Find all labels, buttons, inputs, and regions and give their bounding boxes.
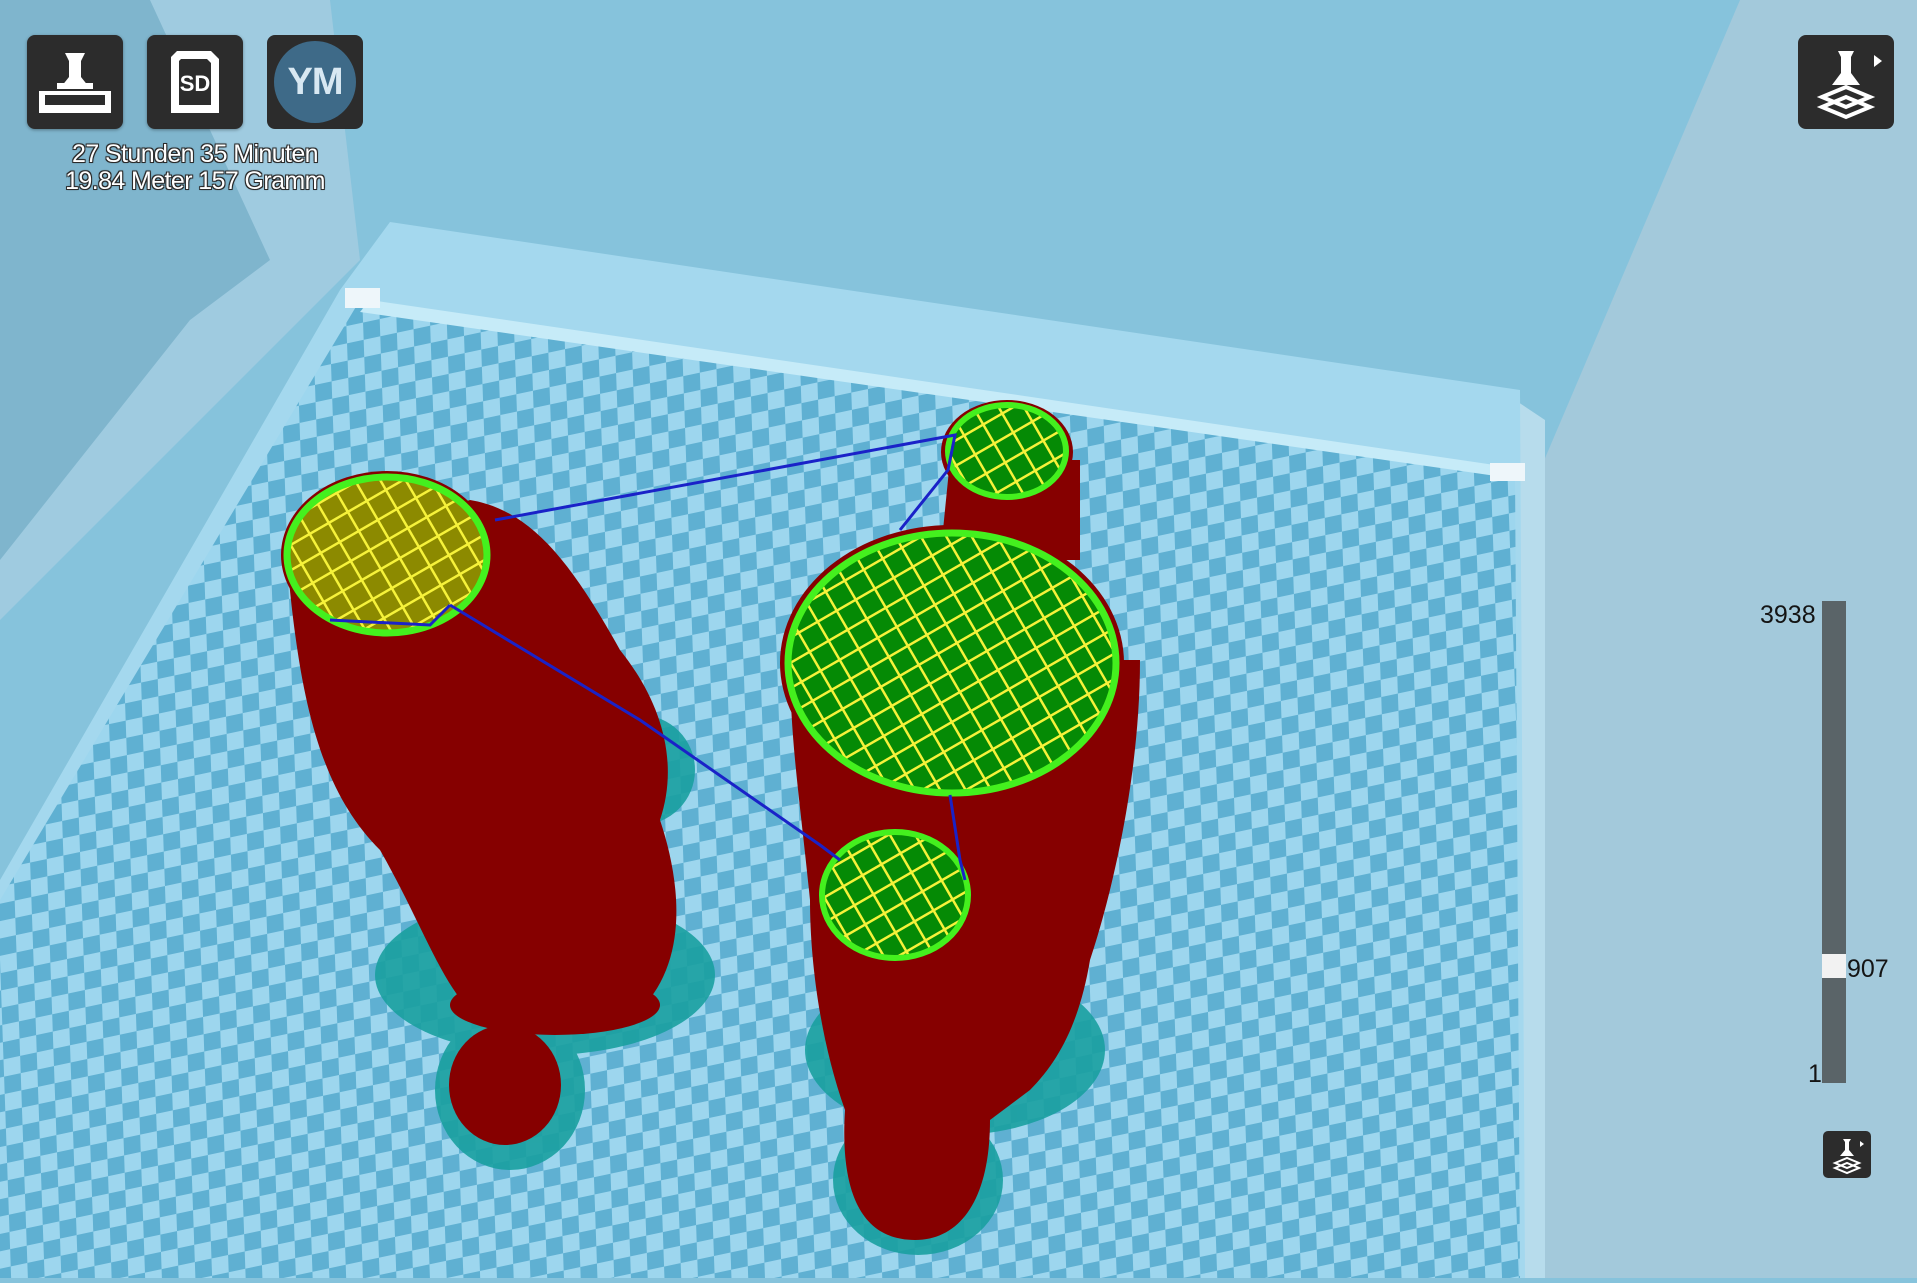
open-file-button[interactable] — [27, 35, 123, 129]
sd-card-icon: SD — [171, 51, 219, 113]
layer-view-icon — [1816, 51, 1882, 120]
sd-card-label: SD — [180, 71, 211, 96]
build-plate — [0, 300, 1520, 1278]
view-mode-button[interactable] — [1798, 35, 1894, 129]
layer-current-label: 907 — [1847, 955, 1889, 983]
layer-mode-icon — [1832, 1139, 1864, 1175]
right-wall — [1540, 0, 1917, 1278]
layer-slider-track[interactable] — [1822, 601, 1846, 1083]
bed-clip-left — [345, 288, 380, 308]
save-sd-button[interactable]: SD — [147, 35, 243, 129]
print-duration: 27 Stunden 35 Minuten — [72, 140, 319, 168]
account-button[interactable]: YM — [267, 35, 363, 129]
layer-min-label: 1 — [1808, 1060, 1822, 1088]
avatar: YM — [274, 41, 356, 123]
viewport-3d[interactable]: SD YM 27 Stunden 35 Minuten 19.84 Meter … — [0, 0, 1917, 1278]
layer-slider-handle[interactable] — [1822, 954, 1846, 978]
layer-mode-button[interactable] — [1823, 1131, 1871, 1178]
bed-clip-right — [1490, 463, 1525, 481]
printer-tray-icon — [39, 53, 111, 113]
print-material: 19.84 Meter 157 Gramm — [65, 167, 325, 195]
print-estimate: 27 Stunden 35 Minuten 19.84 Meter 157 Gr… — [40, 141, 350, 195]
layer-max-label: 3938 — [1760, 601, 1816, 629]
